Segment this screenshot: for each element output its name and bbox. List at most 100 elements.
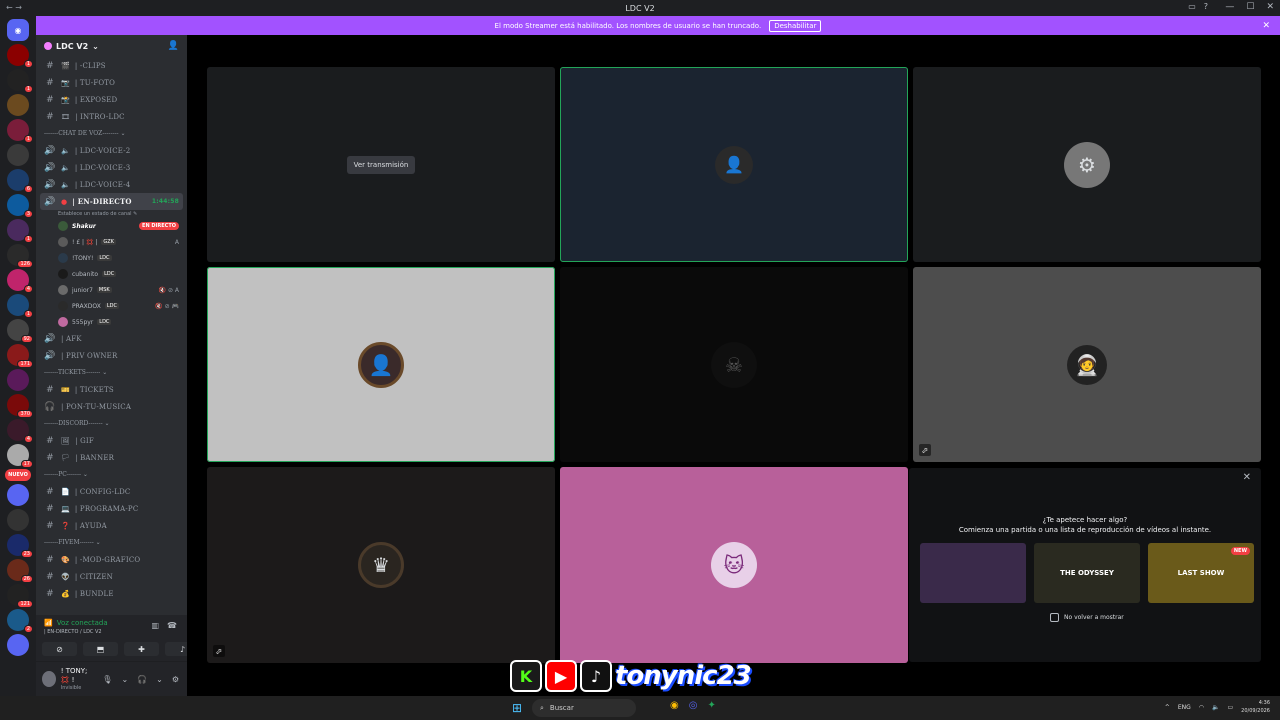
discord-icon[interactable]: ◎ bbox=[689, 700, 698, 711]
disconnect-icon[interactable]: ☎ bbox=[167, 621, 177, 630]
channel-item[interactable]: 🔊 🔈 | LDC-VOICE-3 bbox=[36, 159, 187, 176]
server-icon[interactable]: 1 bbox=[7, 69, 33, 93]
channel-item[interactable]: # 📸 | EXPOSED bbox=[36, 91, 187, 108]
watch-stream-button[interactable]: Ver transmisión bbox=[346, 155, 416, 174]
add-member-icon[interactable]: 👤 bbox=[168, 41, 179, 51]
server-icon[interactable]: 171 bbox=[7, 344, 33, 368]
voice-user[interactable]: cubanito LDC bbox=[36, 266, 187, 282]
chrome-icon[interactable]: ◉ bbox=[670, 700, 679, 711]
noise-suppression-icon[interactable]: ▥ bbox=[151, 621, 159, 630]
activity-card[interactable]: THE ODYSSEY bbox=[1034, 543, 1140, 603]
server-icon[interactable]: 4 bbox=[7, 269, 33, 293]
maximize-button[interactable]: ☐ bbox=[1246, 2, 1254, 12]
popout-icon[interactable]: ⬀ bbox=[213, 645, 225, 657]
server-header[interactable]: LDC V2 ⌄ 👤 bbox=[36, 35, 187, 57]
activity-card[interactable] bbox=[920, 543, 1026, 603]
channel-item[interactable]: # 💰 | BUNDLE bbox=[36, 585, 187, 602]
server-icon[interactable]: 1 bbox=[7, 219, 33, 243]
server-icon[interactable] bbox=[7, 634, 29, 656]
channel-item[interactable]: # 🎨 | -MOD-GRAFICO bbox=[36, 551, 187, 568]
channel-item[interactable]: 🔊 | PRIV OWNER bbox=[36, 347, 187, 364]
voice-user[interactable]: Shakur EN DIRECTO bbox=[36, 218, 187, 234]
discord-home-icon[interactable]: ◉ bbox=[7, 19, 29, 41]
server-icon[interactable]: 6 bbox=[7, 169, 33, 193]
live-badge[interactable]: EN DIRECTO bbox=[139, 222, 179, 230]
category-discord[interactable]: -------DISCORD------- ⌄ bbox=[36, 415, 187, 432]
voice-status[interactable]: 📶 Voz conectada bbox=[44, 619, 108, 627]
category-pc[interactable]: -------PC------- ⌄ bbox=[36, 466, 187, 483]
channel-item[interactable]: # 📄 | CONFIG-LDC bbox=[36, 483, 187, 500]
channel-item[interactable]: # 🎞 | INTRO-LDC bbox=[36, 108, 187, 125]
close-window-button[interactable]: ✕ bbox=[1266, 2, 1274, 12]
server-icon[interactable]: 370 bbox=[7, 394, 33, 418]
server-icon[interactable]: 1 bbox=[7, 119, 33, 143]
app-icon[interactable]: ✦ bbox=[707, 700, 715, 711]
windows-start-icon[interactable]: ⊞ bbox=[512, 701, 522, 715]
voice-channel-path[interactable]: | EN-DIRECTO / LDC V2 bbox=[44, 629, 102, 635]
participant-tile[interactable]: 👤 bbox=[560, 67, 908, 262]
battery-icon[interactable]: ▭ bbox=[1228, 704, 1234, 711]
server-icon[interactable]: 126 bbox=[7, 244, 33, 268]
screen-share-button[interactable]: ⬒ bbox=[83, 642, 118, 656]
participant-tile[interactable]: 👤 bbox=[207, 267, 555, 462]
headphones-icon[interactable]: 🎧 bbox=[137, 675, 147, 684]
popout-icon[interactable]: ⬀ bbox=[919, 444, 931, 456]
avatar[interactable] bbox=[42, 671, 56, 687]
channel-item[interactable]: # 🏳 | BANNER bbox=[36, 449, 187, 466]
channel-item[interactable]: 🎧 | PON-TU-MUSICA bbox=[36, 398, 187, 415]
activities-button[interactable]: ✚ bbox=[124, 642, 159, 656]
server-icon[interactable] bbox=[7, 94, 29, 116]
gear-icon[interactable]: ⚙ bbox=[172, 675, 179, 684]
server-icon[interactable]: 3 bbox=[7, 194, 33, 218]
chevron-down-icon[interactable]: ⌄ bbox=[156, 675, 163, 684]
category-voice[interactable]: -------CHAT DE VOZ-------- ⌄ bbox=[36, 125, 187, 142]
channel-item[interactable]: # 📷 | TU-FOTO bbox=[36, 74, 187, 91]
channel-item[interactable]: 🔊 🔈 | LDC-VOICE-4 bbox=[36, 176, 187, 193]
disable-streamer-button[interactable]: Deshabilitar bbox=[769, 19, 822, 32]
voice-user[interactable]: !TONY! LDC bbox=[36, 250, 187, 266]
channel-item[interactable]: # 🖼 | GIF bbox=[36, 432, 187, 449]
taskbar-clock[interactable]: 4:36 20/09/2026 bbox=[1241, 699, 1270, 715]
server-icon[interactable] bbox=[7, 484, 29, 506]
server-icon[interactable]: 4 bbox=[7, 419, 33, 443]
server-icon[interactable]: 2 bbox=[7, 609, 33, 633]
taskbar-search[interactable]: ⌕ Buscar bbox=[532, 699, 636, 717]
category-tickets[interactable]: -------TICKETS------- ⌄ bbox=[36, 364, 187, 381]
server-icon[interactable]: 17 bbox=[7, 444, 33, 468]
category-fivem[interactable]: -------FIVEM------- ⌄ bbox=[36, 534, 187, 551]
channel-item[interactable]: # ❓ | AYUDA bbox=[36, 517, 187, 534]
activity-card[interactable]: LAST SHOW NEW bbox=[1148, 543, 1254, 603]
channel-item[interactable]: 🔊 | AFK bbox=[36, 330, 187, 347]
microphone-icon[interactable]: 🎙 bbox=[102, 675, 112, 684]
participant-tile[interactable]: ☠ bbox=[560, 267, 908, 462]
minimize-button[interactable]: — bbox=[1225, 2, 1234, 12]
channel-status[interactable]: Establece un estado de canal ✎ bbox=[36, 210, 187, 218]
server-icon[interactable] bbox=[7, 509, 29, 531]
channel-item[interactable]: # 💻 | PROGRAMA-PC bbox=[36, 500, 187, 517]
channel-item[interactable]: # 👽 | CITIZEN bbox=[36, 568, 187, 585]
camera-off-button[interactable]: ⊘ bbox=[42, 642, 77, 656]
nav-arrows-icon[interactable]: ← → bbox=[6, 3, 22, 12]
voice-user[interactable]: ! £ | 💢 | GZK A bbox=[36, 234, 187, 250]
server-icon[interactable]: 23 bbox=[7, 534, 33, 558]
server-icon[interactable]: 26 bbox=[7, 559, 33, 583]
help-icon[interactable]: ? bbox=[1204, 2, 1208, 11]
voice-user[interactable]: 555pyr LDC bbox=[36, 314, 187, 330]
participant-tile[interactable]: 🐱 bbox=[560, 467, 908, 663]
volume-icon[interactable]: 🔈 bbox=[1212, 704, 1219, 711]
voice-user[interactable]: PRAXDOX LDC 🔇 ⊘ 🎮 bbox=[36, 298, 187, 314]
server-icon[interactable]: 92 bbox=[7, 319, 33, 343]
close-icon[interactable]: ✕ bbox=[1243, 472, 1251, 483]
server-icon[interactable] bbox=[7, 144, 29, 166]
participant-tile[interactable]: ⚙ bbox=[913, 67, 1261, 262]
channel-item[interactable]: # 🎫 | TICKETS bbox=[36, 381, 187, 398]
wifi-icon[interactable]: ◠ bbox=[1199, 704, 1204, 711]
language-indicator[interactable]: ENG bbox=[1178, 704, 1191, 711]
channel-item[interactable]: # 🎬 | -CLIPS bbox=[36, 57, 187, 74]
server-icon[interactable]: 121 bbox=[7, 584, 33, 608]
server-icon[interactable] bbox=[7, 369, 29, 391]
stream-tile[interactable]: Ver transmisión bbox=[207, 67, 555, 262]
chevron-down-icon[interactable]: ⌄ bbox=[121, 675, 128, 684]
channel-item[interactable]: 🔊 🔈 | LDC-VOICE-2 bbox=[36, 142, 187, 159]
participant-tile[interactable]: ♛ ⬀ bbox=[207, 467, 555, 663]
